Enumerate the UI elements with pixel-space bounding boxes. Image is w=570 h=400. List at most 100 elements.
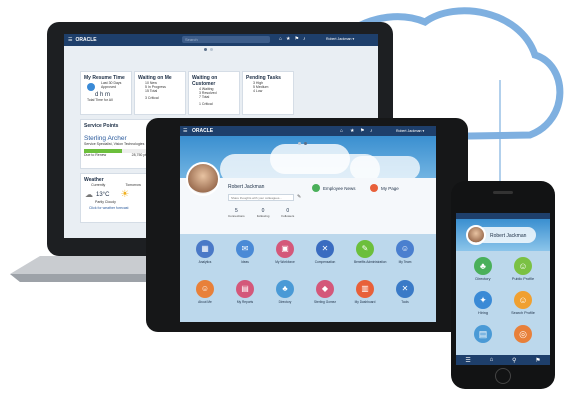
link-my-page[interactable]: My Page xyxy=(370,184,399,192)
link-employee-news[interactable]: Employee News xyxy=(312,184,356,192)
card-title: Waiting on Customer xyxy=(192,75,218,87)
phone-app-tile[interactable]: ▤ xyxy=(466,325,500,345)
phone-app-tile[interactable]: ◎ xyxy=(506,325,540,345)
tablet-user-menu[interactable]: Robert Jackman ▾ xyxy=(396,129,424,133)
tablet-app-tile[interactable]: ◆ Sterling Gomez xyxy=(314,280,336,304)
attach-icon[interactable]: ✎ xyxy=(297,194,301,200)
app-icon: ♣ xyxy=(276,280,294,298)
flag-icon[interactable]: ⚑ xyxy=(295,36,299,42)
page-dot[interactable] xyxy=(204,48,207,51)
app-label: Ideas xyxy=(241,260,249,264)
tablet-top-bar: ☰ ORACLE ⌂ ★ ⚑ ♪ Robert Jackman ▾ xyxy=(180,126,436,136)
weather-col: Tomorrow xyxy=(125,183,141,187)
app-label: My Dashboard xyxy=(354,300,376,304)
app-label: Hiring xyxy=(478,311,488,315)
weather-temp: 13°C xyxy=(96,191,110,198)
card-waiting-on-customer[interactable]: Waiting on Customer 4 Waiting 3 Resolved… xyxy=(188,71,240,115)
share-input[interactable]: Share thoughts with your colleagues... xyxy=(228,194,294,201)
tablet-app-tile[interactable]: ☺ About Me xyxy=(194,280,216,304)
progress-label: Due to Renew xyxy=(84,153,107,157)
tablet-app-tile[interactable]: ✕ Tools xyxy=(394,280,416,304)
stat-label[interactable]: Following xyxy=(257,214,270,218)
tablet-profile-panel: Robert Jackman Share thoughts with your … xyxy=(180,178,436,234)
bell-icon[interactable]: ♪ xyxy=(370,128,373,134)
tablet-app-tile[interactable]: ▥ My Dashboard xyxy=(354,280,376,304)
tablet-screen: ☰ ORACLE ⌂ ★ ⚑ ♪ Robert Jackman ▾ Robert… xyxy=(180,126,436,322)
link-label: Employee News xyxy=(323,185,356,191)
app-icon: ✦ xyxy=(474,291,492,309)
search-icon[interactable]: ⚲ xyxy=(512,357,516,364)
app-icon: ◆ xyxy=(316,280,334,298)
page-icon xyxy=(370,184,378,192)
tablet-app-tile[interactable]: ✎ Benefits Administration xyxy=(354,240,387,264)
phone-bottom-bar: ☰ ⌂ ⚲ ⚑ xyxy=(456,355,550,365)
card-waiting-on-me[interactable]: Waiting on Me 10 New 5 In Progress 15 To… xyxy=(134,71,186,115)
flag-icon[interactable]: ⚑ xyxy=(535,357,540,364)
phone-app-tile[interactable]: ♣ Directory xyxy=(466,257,500,281)
menu-icon[interactable]: ☰ xyxy=(183,128,187,134)
laptop-user-menu[interactable]: Robert Jackman ▾ xyxy=(326,37,354,41)
tablet-app-grid: ▦ Analytics ✉ Ideas ▣ My Workforce ✕ Compensati… xyxy=(180,234,436,322)
app-label: Directory xyxy=(278,300,292,304)
page-dot[interactable] xyxy=(304,142,307,145)
app-label: Public Profile xyxy=(511,277,535,281)
service-name[interactable]: Sterling Archer xyxy=(81,129,151,142)
oracle-logo: ORACLE xyxy=(192,128,214,134)
menu-icon[interactable]: ☰ xyxy=(68,37,72,43)
app-label: Benefits Administration xyxy=(354,260,387,264)
home-icon[interactable]: ⌂ xyxy=(490,357,494,363)
home-icon[interactable]: ⌂ xyxy=(340,128,343,134)
profile-name: Robert Jackman xyxy=(228,184,265,190)
tablet-app-tile[interactable]: ✕ Compensation xyxy=(314,240,336,264)
card-row: 7 Total xyxy=(199,95,210,99)
service-progress xyxy=(84,149,148,153)
laptop-page-dots xyxy=(204,48,213,51)
card-service-points[interactable]: Service Points Sterling Archer Service S… xyxy=(80,119,152,169)
tablet-app-tile[interactable]: ☺ My Team xyxy=(394,240,416,264)
app-icon: ☺ xyxy=(196,280,214,298)
oracle-logo: ORACLE xyxy=(75,37,97,43)
phone-app-tile[interactable]: ✦ Hiring xyxy=(466,291,500,315)
page-dot[interactable] xyxy=(298,142,301,145)
star-icon[interactable]: ★ xyxy=(350,128,354,134)
tablet-app-tile[interactable]: ▣ My Workforce xyxy=(274,240,296,264)
card-title: Waiting on Me xyxy=(138,75,172,81)
app-label: Directory xyxy=(475,277,491,281)
stat-label[interactable]: Connections xyxy=(228,214,245,218)
app-label: My Team xyxy=(398,260,412,264)
card-foot: Total Time for All xyxy=(87,98,113,102)
tablet-app-tile[interactable]: ▤ My Reports xyxy=(234,280,256,304)
tablet-app-tile[interactable]: ✉ Ideas xyxy=(234,240,256,264)
app-icon: ♣ xyxy=(474,257,492,275)
phone-app-tile[interactable]: ☺ Search Profile xyxy=(506,291,540,315)
app-label: Compensation xyxy=(314,260,336,264)
card-resume-time[interactable]: My Resume Time Last 30 Days Approved d h… xyxy=(80,71,132,115)
card-row: 1 Critical xyxy=(199,102,213,106)
flag-icon[interactable]: ⚑ xyxy=(360,128,364,134)
card-row: 15 Total xyxy=(145,89,158,93)
app-icon: ☺ xyxy=(514,257,532,275)
tablet-app-tile[interactable]: ♣ Directory xyxy=(274,280,296,304)
tablet-app-tile[interactable]: ▦ Analytics xyxy=(194,240,216,264)
home-button[interactable] xyxy=(495,368,511,384)
laptop-search-input[interactable]: Search xyxy=(182,36,270,43)
card-pending-tasks[interactable]: Pending Tasks 3 High 5 Medium 4 Low xyxy=(242,71,294,115)
menu-icon[interactable]: ☰ xyxy=(465,357,470,364)
phone-avatar[interactable] xyxy=(466,225,486,245)
weather-link[interactable]: Click for weather forecast xyxy=(81,206,151,210)
app-icon: ▤ xyxy=(236,280,254,298)
phone-app-tile[interactable]: ☺ Public Profile xyxy=(506,257,540,281)
page-dot[interactable] xyxy=(210,48,213,51)
app-icon: ☺ xyxy=(396,240,414,258)
bell-icon[interactable]: ♪ xyxy=(303,36,306,42)
card-row: 4 Low xyxy=(253,89,263,93)
app-icon: ✕ xyxy=(316,240,334,258)
card-weather[interactable]: Weather Currently Tomorrow ☁ 13°C ☀ Part… xyxy=(80,173,152,223)
app-icon: ▥ xyxy=(356,280,374,298)
star-icon[interactable]: ★ xyxy=(286,36,290,42)
app-icon: ▦ xyxy=(196,240,214,258)
stat-label[interactable]: Followers xyxy=(281,214,294,218)
app-icon: ◎ xyxy=(514,325,532,343)
tablet-avatar[interactable] xyxy=(186,162,220,196)
home-icon[interactable]: ⌂ xyxy=(279,36,282,42)
